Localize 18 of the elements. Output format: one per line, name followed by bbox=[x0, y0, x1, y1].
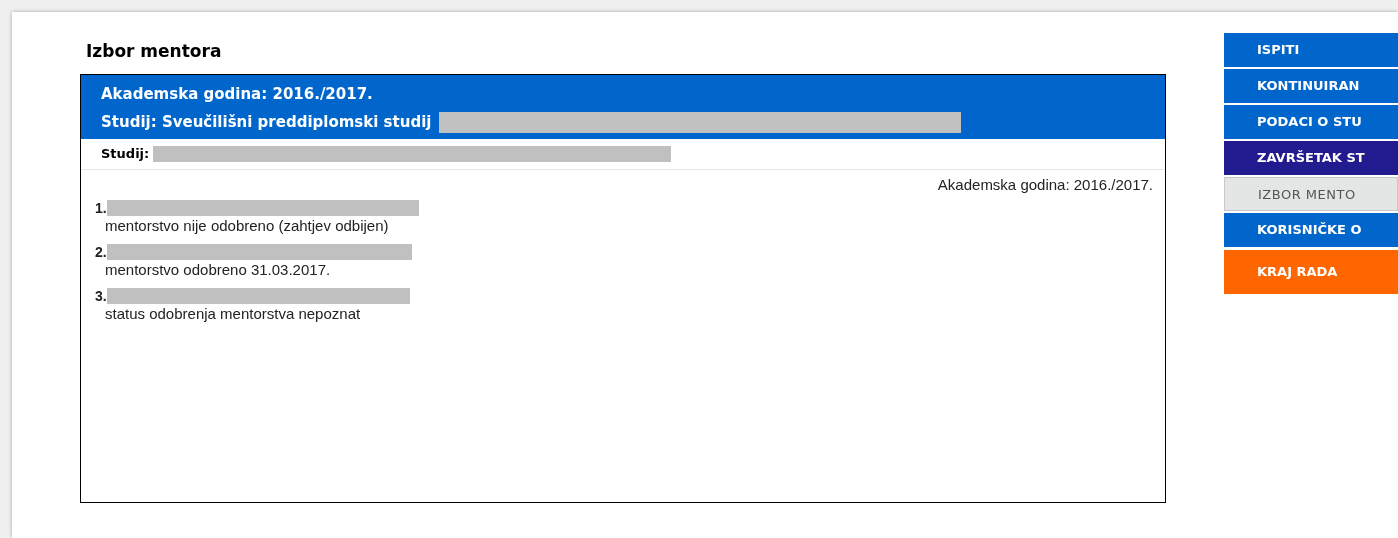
item-number: 3. bbox=[95, 287, 107, 304]
mentorship-status: status odobrenja mentorstva nepoznat bbox=[104, 303, 361, 324]
menu-item[interactable]: KORISNIČKE O bbox=[1224, 213, 1398, 247]
item-number: 2. bbox=[95, 243, 107, 260]
menu-item[interactable]: IZBOR MENTO bbox=[1224, 177, 1398, 211]
year-heading: Akademska godina: 2016./2017. bbox=[101, 84, 373, 105]
item-number: 1. bbox=[95, 199, 107, 216]
menu-item[interactable]: ISPITI bbox=[1224, 33, 1398, 67]
page-title: Izbor mentora bbox=[85, 40, 223, 62]
menu-item[interactable]: KRAJ RADA bbox=[1224, 250, 1398, 294]
menu-item[interactable]: KONTINUIRAN bbox=[1224, 69, 1398, 103]
year-note: Akademska godina: 2016./2017. bbox=[937, 175, 1153, 195]
menu-item[interactable]: PODACI O STU bbox=[1224, 105, 1398, 139]
study-heading: Studij: Sveučilišni preddiplomski studij bbox=[101, 112, 432, 133]
study-label: Studij: bbox=[101, 145, 150, 164]
menu-item[interactable]: ZAVRŠETAK ST bbox=[1224, 141, 1398, 175]
mentorship-status: mentorstvo nije odobreno (zahtjev odbijen) bbox=[104, 215, 389, 236]
mentorship-status: mentorstvo odobreno 31.03.2017. bbox=[104, 259, 331, 280]
